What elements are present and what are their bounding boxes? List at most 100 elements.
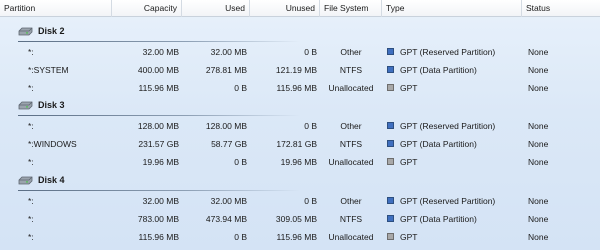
status-cell: None <box>528 121 549 131</box>
disk-name: Disk 2 <box>38 26 65 36</box>
partition-cell: *: <box>28 196 34 206</box>
capacity-cell: 115.96 MB <box>138 83 179 93</box>
used-cell: 473.94 MB <box>205 214 247 224</box>
type-cell: GPT (Data Partition) <box>400 214 477 224</box>
capacity-cell: 783.00 MB <box>137 214 179 224</box>
unused-cell: 172.81 GB <box>276 139 317 149</box>
type-cell: GPT (Reserved Partition) <box>400 47 496 57</box>
status-cell: None <box>528 157 549 167</box>
capacity-cell: 32.00 MB <box>142 47 179 57</box>
type-cell: GPT (Reserved Partition) <box>400 121 496 131</box>
table-row[interactable]: *: 19.96 MB 0 B 19.96 MB Unallocated GPT… <box>0 153 600 171</box>
capacity-cell: 19.96 MB <box>142 157 179 167</box>
disk-name: Disk 3 <box>38 100 65 110</box>
table-row[interactable]: *: 32.00 MB 32.00 MB 0 B Other GPT (Rese… <box>0 192 600 210</box>
unused-cell: 0 B <box>304 47 317 57</box>
partition-type-swatch-icon <box>387 197 394 204</box>
disk-divider <box>18 115 300 116</box>
partition-type-swatch-icon <box>387 48 394 55</box>
column-header-unused[interactable]: Unused <box>250 0 320 17</box>
file-system-cell: Unallocated <box>328 232 374 242</box>
partition-type-swatch-icon <box>387 158 394 165</box>
partition-cell: *:WINDOWS <box>28 139 77 149</box>
used-cell: 0 B <box>234 157 247 167</box>
table-row[interactable]: *: 32.00 MB 32.00 MB 0 B Other GPT (Rese… <box>0 43 600 61</box>
used-cell: 32.00 MB <box>210 196 247 206</box>
table-row[interactable]: *: 783.00 MB 473.94 MB 309.05 MB NTFS GP… <box>0 210 600 228</box>
unused-cell: 0 B <box>304 196 317 206</box>
used-cell: 128.00 MB <box>205 121 247 131</box>
column-header-status[interactable]: Status <box>522 0 600 17</box>
unused-cell: 0 B <box>304 121 317 131</box>
file-system-cell: Other <box>340 121 362 131</box>
capacity-cell: 115.96 MB <box>138 232 179 242</box>
capacity-cell: 32.00 MB <box>142 196 179 206</box>
disk-divider <box>18 41 300 42</box>
used-cell: 32.00 MB <box>210 47 247 57</box>
hard-disk-icon <box>18 27 33 36</box>
partition-cell: *: <box>28 157 34 167</box>
status-cell: None <box>528 196 549 206</box>
column-header-partition[interactable]: Partition <box>0 0 112 17</box>
partition-cell: *:SYSTEM <box>28 65 69 75</box>
column-header-used[interactable]: Used <box>182 0 250 17</box>
type-cell: GPT (Data Partition) <box>400 139 477 149</box>
status-cell: None <box>528 47 549 57</box>
file-system-cell: Unallocated <box>328 157 374 167</box>
status-cell: None <box>528 232 549 242</box>
capacity-cell: 400.00 MB <box>137 65 179 75</box>
column-header-file-system[interactable]: File System <box>320 0 382 17</box>
file-system-cell: Other <box>340 196 362 206</box>
partition-cell: *: <box>28 83 34 93</box>
used-cell: 0 B <box>234 83 247 93</box>
hard-disk-icon <box>18 176 33 185</box>
partition-type-swatch-icon <box>387 233 394 240</box>
partition-cell: *: <box>28 232 34 242</box>
status-cell: None <box>528 139 549 149</box>
unused-cell: 19.96 MB <box>280 157 317 167</box>
file-system-cell: Other <box>340 47 362 57</box>
disk-group-header[interactable]: Disk 4 <box>0 172 600 189</box>
disk-group-header[interactable]: Disk 3 <box>0 97 600 114</box>
table-row[interactable]: *:WINDOWS 231.57 GB 58.77 GB 172.81 GB N… <box>0 135 600 153</box>
partition-type-swatch-icon <box>387 140 394 147</box>
unused-cell: 115.96 MB <box>276 83 317 93</box>
capacity-cell: 128.00 MB <box>137 121 179 131</box>
partition-cell: *: <box>28 47 34 57</box>
table-row[interactable]: *: 115.96 MB 0 B 115.96 MB Unallocated G… <box>0 228 600 246</box>
type-cell: GPT (Data Partition) <box>400 65 477 75</box>
partition-type-swatch-icon <box>387 215 394 222</box>
unused-cell: 309.05 MB <box>275 214 317 224</box>
type-cell: GPT <box>400 83 418 93</box>
used-cell: 58.77 GB <box>211 139 247 149</box>
type-cell: GPT <box>400 157 418 167</box>
partition-cell: *: <box>28 214 34 224</box>
file-system-cell: Unallocated <box>328 83 374 93</box>
file-system-cell: NTFS <box>339 214 363 224</box>
status-cell: None <box>528 214 549 224</box>
file-system-cell: NTFS <box>339 65 363 75</box>
table-row[interactable]: *: 115.96 MB 0 B 115.96 MB Unallocated G… <box>0 79 600 97</box>
column-header-capacity[interactable]: Capacity <box>112 0 182 17</box>
capacity-cell: 231.57 GB <box>138 139 179 149</box>
disk-name: Disk 4 <box>38 175 65 185</box>
partition-type-swatch-icon <box>387 66 394 73</box>
column-header-bar: Partition Capacity Used Unused File Syst… <box>0 0 600 17</box>
unused-cell: 115.96 MB <box>276 232 317 242</box>
disk-group-header[interactable]: Disk 2 <box>0 23 600 40</box>
partition-type-swatch-icon <box>387 122 394 129</box>
type-cell: GPT <box>400 232 418 242</box>
column-header-type[interactable]: Type <box>382 0 522 17</box>
file-system-cell: NTFS <box>339 139 363 149</box>
used-cell: 278.81 MB <box>205 65 247 75</box>
type-cell: GPT (Reserved Partition) <box>400 196 496 206</box>
status-cell: None <box>528 65 549 75</box>
used-cell: 0 B <box>234 232 247 242</box>
status-cell: None <box>528 83 549 93</box>
hard-disk-icon <box>18 101 33 110</box>
unused-cell: 121.19 MB <box>275 65 317 75</box>
partition-cell: *: <box>28 121 34 131</box>
table-row[interactable]: *: 128.00 MB 128.00 MB 0 B Other GPT (Re… <box>0 117 600 135</box>
partition-type-swatch-icon <box>387 84 394 91</box>
table-row[interactable]: *:SYSTEM 400.00 MB 278.81 MB 121.19 MB N… <box>0 61 600 79</box>
